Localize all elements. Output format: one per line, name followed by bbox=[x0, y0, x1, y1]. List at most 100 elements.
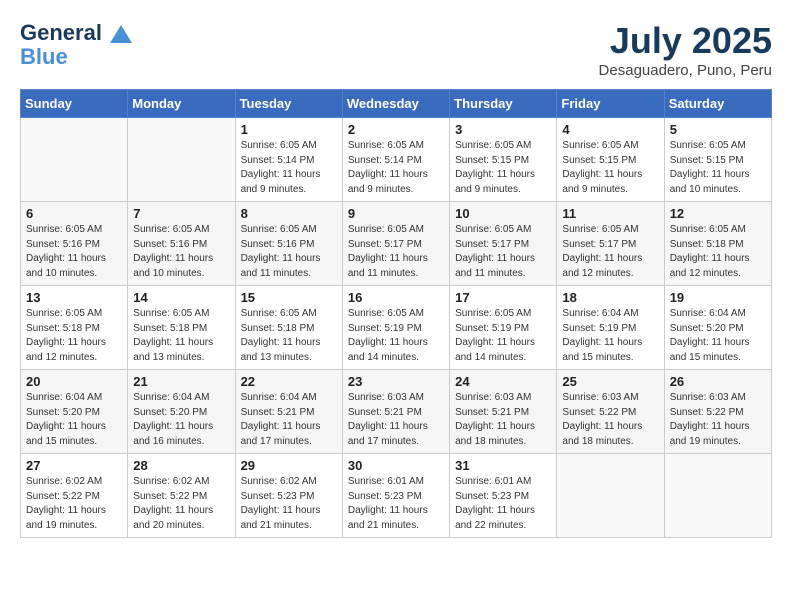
weekday-header: Thursday bbox=[450, 90, 557, 118]
calendar-cell: 15 Sunrise: 6:05 AM Sunset: 5:18 PM Dayli… bbox=[235, 286, 342, 370]
day-info: Sunrise: 6:05 AM Sunset: 5:17 PM Dayligh… bbox=[348, 223, 444, 281]
day-number: 22 bbox=[241, 374, 337, 389]
page-header: General Blue July 2025 Desaguadero, Puno… bbox=[20, 20, 772, 79]
calendar-cell: 21 Sunrise: 6:04 AM Sunset: 5:20 PM Dayli… bbox=[128, 370, 235, 454]
logo: General Blue bbox=[20, 20, 132, 71]
day-info: Sunrise: 6:05 AM Sunset: 5:18 PM Dayligh… bbox=[241, 307, 337, 365]
calendar-cell: 27 Sunrise: 6:02 AM Sunset: 5:22 PM Dayli… bbox=[21, 454, 128, 538]
calendar-cell: 5Sunrise: 6:05 AM Sunset: 5:15 PM Daylig… bbox=[664, 118, 771, 202]
day-info: Sunrise: 6:03 AM Sunset: 5:21 PM Dayligh… bbox=[348, 391, 444, 449]
day-info: Sunrise: 6:05 AM Sunset: 5:19 PM Dayligh… bbox=[348, 307, 444, 365]
day-info: Sunrise: 6:05 AM Sunset: 5:16 PM Dayligh… bbox=[241, 223, 337, 281]
day-info: Sunrise: 6:02 AM Sunset: 5:22 PM Dayligh… bbox=[133, 475, 229, 533]
calendar-week-row: 13 Sunrise: 6:05 AM Sunset: 5:18 PM Dayli… bbox=[21, 286, 772, 370]
calendar-cell: 10 Sunrise: 6:05 AM Sunset: 5:17 PM Dayli… bbox=[450, 202, 557, 286]
day-info: Sunrise: 6:05 AM Sunset: 5:15 PM Dayligh… bbox=[455, 139, 551, 197]
day-number: 4 bbox=[562, 122, 658, 137]
day-info: Sunrise: 6:05 AM Sunset: 5:18 PM Dayligh… bbox=[26, 307, 122, 365]
calendar-cell: 8 Sunrise: 6:05 AM Sunset: 5:16 PM Daylig… bbox=[235, 202, 342, 286]
calendar-cell: 16Sunrise: 6:05 AM Sunset: 5:19 PM Dayli… bbox=[342, 286, 449, 370]
day-number: 19 bbox=[670, 290, 766, 305]
day-number: 18 bbox=[562, 290, 658, 305]
logo-text: General bbox=[20, 20, 132, 46]
calendar-cell bbox=[557, 454, 664, 538]
day-number: 20 bbox=[26, 374, 122, 389]
day-number: 27 bbox=[26, 458, 122, 473]
day-number: 30 bbox=[348, 458, 444, 473]
day-info: Sunrise: 6:04 AM Sunset: 5:20 PM Dayligh… bbox=[670, 307, 766, 365]
day-number: 2 bbox=[348, 122, 444, 137]
calendar-cell: 23 Sunrise: 6:03 AM Sunset: 5:21 PM Dayli… bbox=[342, 370, 449, 454]
day-number: 26 bbox=[670, 374, 766, 389]
calendar-cell: 6 Sunrise: 6:05 AM Sunset: 5:16 PM Daylig… bbox=[21, 202, 128, 286]
day-info: Sunrise: 6:05 AM Sunset: 5:17 PM Dayligh… bbox=[562, 223, 658, 281]
day-number: 17 bbox=[455, 290, 551, 305]
day-info: Sunrise: 6:02 AM Sunset: 5:23 PM Dayligh… bbox=[241, 475, 337, 533]
day-info: Sunrise: 6:04 AM Sunset: 5:21 PM Dayligh… bbox=[241, 391, 337, 449]
day-info: Sunrise: 6:05 AM Sunset: 5:18 PM Dayligh… bbox=[133, 307, 229, 365]
location-subtitle: Desaguadero, Puno, Peru bbox=[599, 62, 772, 79]
title-block: July 2025 Desaguadero, Puno, Peru bbox=[599, 20, 772, 79]
calendar-cell: 25 Sunrise: 6:03 AM Sunset: 5:22 PM Dayli… bbox=[557, 370, 664, 454]
day-number: 29 bbox=[241, 458, 337, 473]
day-number: 25 bbox=[562, 374, 658, 389]
calendar-cell bbox=[664, 454, 771, 538]
day-info: Sunrise: 6:02 AM Sunset: 5:22 PM Dayligh… bbox=[26, 475, 122, 533]
calendar-cell: 13 Sunrise: 6:05 AM Sunset: 5:18 PM Dayli… bbox=[21, 286, 128, 370]
day-number: 14 bbox=[133, 290, 229, 305]
day-number: 8 bbox=[241, 206, 337, 221]
weekday-header-row: SundayMondayTuesdayWednesdayThursdayFrid… bbox=[21, 90, 772, 118]
day-info: Sunrise: 6:01 AM Sunset: 5:23 PM Dayligh… bbox=[455, 475, 551, 533]
calendar-cell: 22 Sunrise: 6:04 AM Sunset: 5:21 PM Dayli… bbox=[235, 370, 342, 454]
calendar-cell: 20 Sunrise: 6:04 AM Sunset: 5:20 PM Dayli… bbox=[21, 370, 128, 454]
day-number: 3 bbox=[455, 122, 551, 137]
day-info: Sunrise: 6:03 AM Sunset: 5:21 PM Dayligh… bbox=[455, 391, 551, 449]
day-info: Sunrise: 6:05 AM Sunset: 5:14 PM Dayligh… bbox=[348, 139, 444, 197]
day-number: 11 bbox=[562, 206, 658, 221]
calendar-cell: 19 Sunrise: 6:04 AM Sunset: 5:20 PM Dayli… bbox=[664, 286, 771, 370]
weekday-header: Monday bbox=[128, 90, 235, 118]
day-number: 31 bbox=[455, 458, 551, 473]
month-title: July 2025 bbox=[599, 20, 772, 62]
day-number: 1 bbox=[241, 122, 337, 137]
day-number: 7 bbox=[133, 206, 229, 221]
day-number: 10 bbox=[455, 206, 551, 221]
day-info: Sunrise: 6:04 AM Sunset: 5:20 PM Dayligh… bbox=[26, 391, 122, 449]
weekday-header: Saturday bbox=[664, 90, 771, 118]
calendar-cell: 1 Sunrise: 6:05 AM Sunset: 5:14 PM Daylig… bbox=[235, 118, 342, 202]
day-number: 12 bbox=[670, 206, 766, 221]
day-info: Sunrise: 6:03 AM Sunset: 5:22 PM Dayligh… bbox=[562, 391, 658, 449]
calendar-cell: 28Sunrise: 6:02 AM Sunset: 5:22 PM Dayli… bbox=[128, 454, 235, 538]
calendar-cell: 2 Sunrise: 6:05 AM Sunset: 5:14 PM Daylig… bbox=[342, 118, 449, 202]
day-number: 5 bbox=[670, 122, 766, 137]
day-info: Sunrise: 6:05 AM Sunset: 5:17 PM Dayligh… bbox=[455, 223, 551, 281]
calendar-cell: 31 Sunrise: 6:01 AM Sunset: 5:23 PM Dayli… bbox=[450, 454, 557, 538]
day-info: Sunrise: 6:05 AM Sunset: 5:16 PM Dayligh… bbox=[26, 223, 122, 281]
calendar-cell: 18 Sunrise: 6:04 AM Sunset: 5:19 PM Dayli… bbox=[557, 286, 664, 370]
calendar-week-row: 6 Sunrise: 6:05 AM Sunset: 5:16 PM Daylig… bbox=[21, 202, 772, 286]
day-info: Sunrise: 6:05 AM Sunset: 5:14 PM Dayligh… bbox=[241, 139, 337, 197]
calendar-cell: 29 Sunrise: 6:02 AM Sunset: 5:23 PM Dayli… bbox=[235, 454, 342, 538]
weekday-header: Wednesday bbox=[342, 90, 449, 118]
day-info: Sunrise: 6:04 AM Sunset: 5:19 PM Dayligh… bbox=[562, 307, 658, 365]
calendar-cell: 4 Sunrise: 6:05 AM Sunset: 5:15 PM Daylig… bbox=[557, 118, 664, 202]
calendar-cell: 7Sunrise: 6:05 AM Sunset: 5:16 PM Daylig… bbox=[128, 202, 235, 286]
day-info: Sunrise: 6:04 AM Sunset: 5:20 PM Dayligh… bbox=[133, 391, 229, 449]
day-info: Sunrise: 6:01 AM Sunset: 5:23 PM Dayligh… bbox=[348, 475, 444, 533]
weekday-header: Friday bbox=[557, 90, 664, 118]
day-info: Sunrise: 6:05 AM Sunset: 5:19 PM Dayligh… bbox=[455, 307, 551, 365]
day-number: 15 bbox=[241, 290, 337, 305]
day-info: Sunrise: 6:05 AM Sunset: 5:15 PM Dayligh… bbox=[562, 139, 658, 197]
day-number: 13 bbox=[26, 290, 122, 305]
weekday-header: Sunday bbox=[21, 90, 128, 118]
calendar-cell: 3 Sunrise: 6:05 AM Sunset: 5:15 PM Daylig… bbox=[450, 118, 557, 202]
calendar-cell: 30 Sunrise: 6:01 AM Sunset: 5:23 PM Dayli… bbox=[342, 454, 449, 538]
logo-icon bbox=[110, 25, 132, 43]
day-number: 6 bbox=[26, 206, 122, 221]
calendar-cell: 11 Sunrise: 6:05 AM Sunset: 5:17 PM Dayli… bbox=[557, 202, 664, 286]
day-number: 23 bbox=[348, 374, 444, 389]
calendar-cell: 9Sunrise: 6:05 AM Sunset: 5:17 PM Daylig… bbox=[342, 202, 449, 286]
day-info: Sunrise: 6:05 AM Sunset: 5:18 PM Dayligh… bbox=[670, 223, 766, 281]
day-number: 21 bbox=[133, 374, 229, 389]
calendar-cell: 14 Sunrise: 6:05 AM Sunset: 5:18 PM Dayli… bbox=[128, 286, 235, 370]
